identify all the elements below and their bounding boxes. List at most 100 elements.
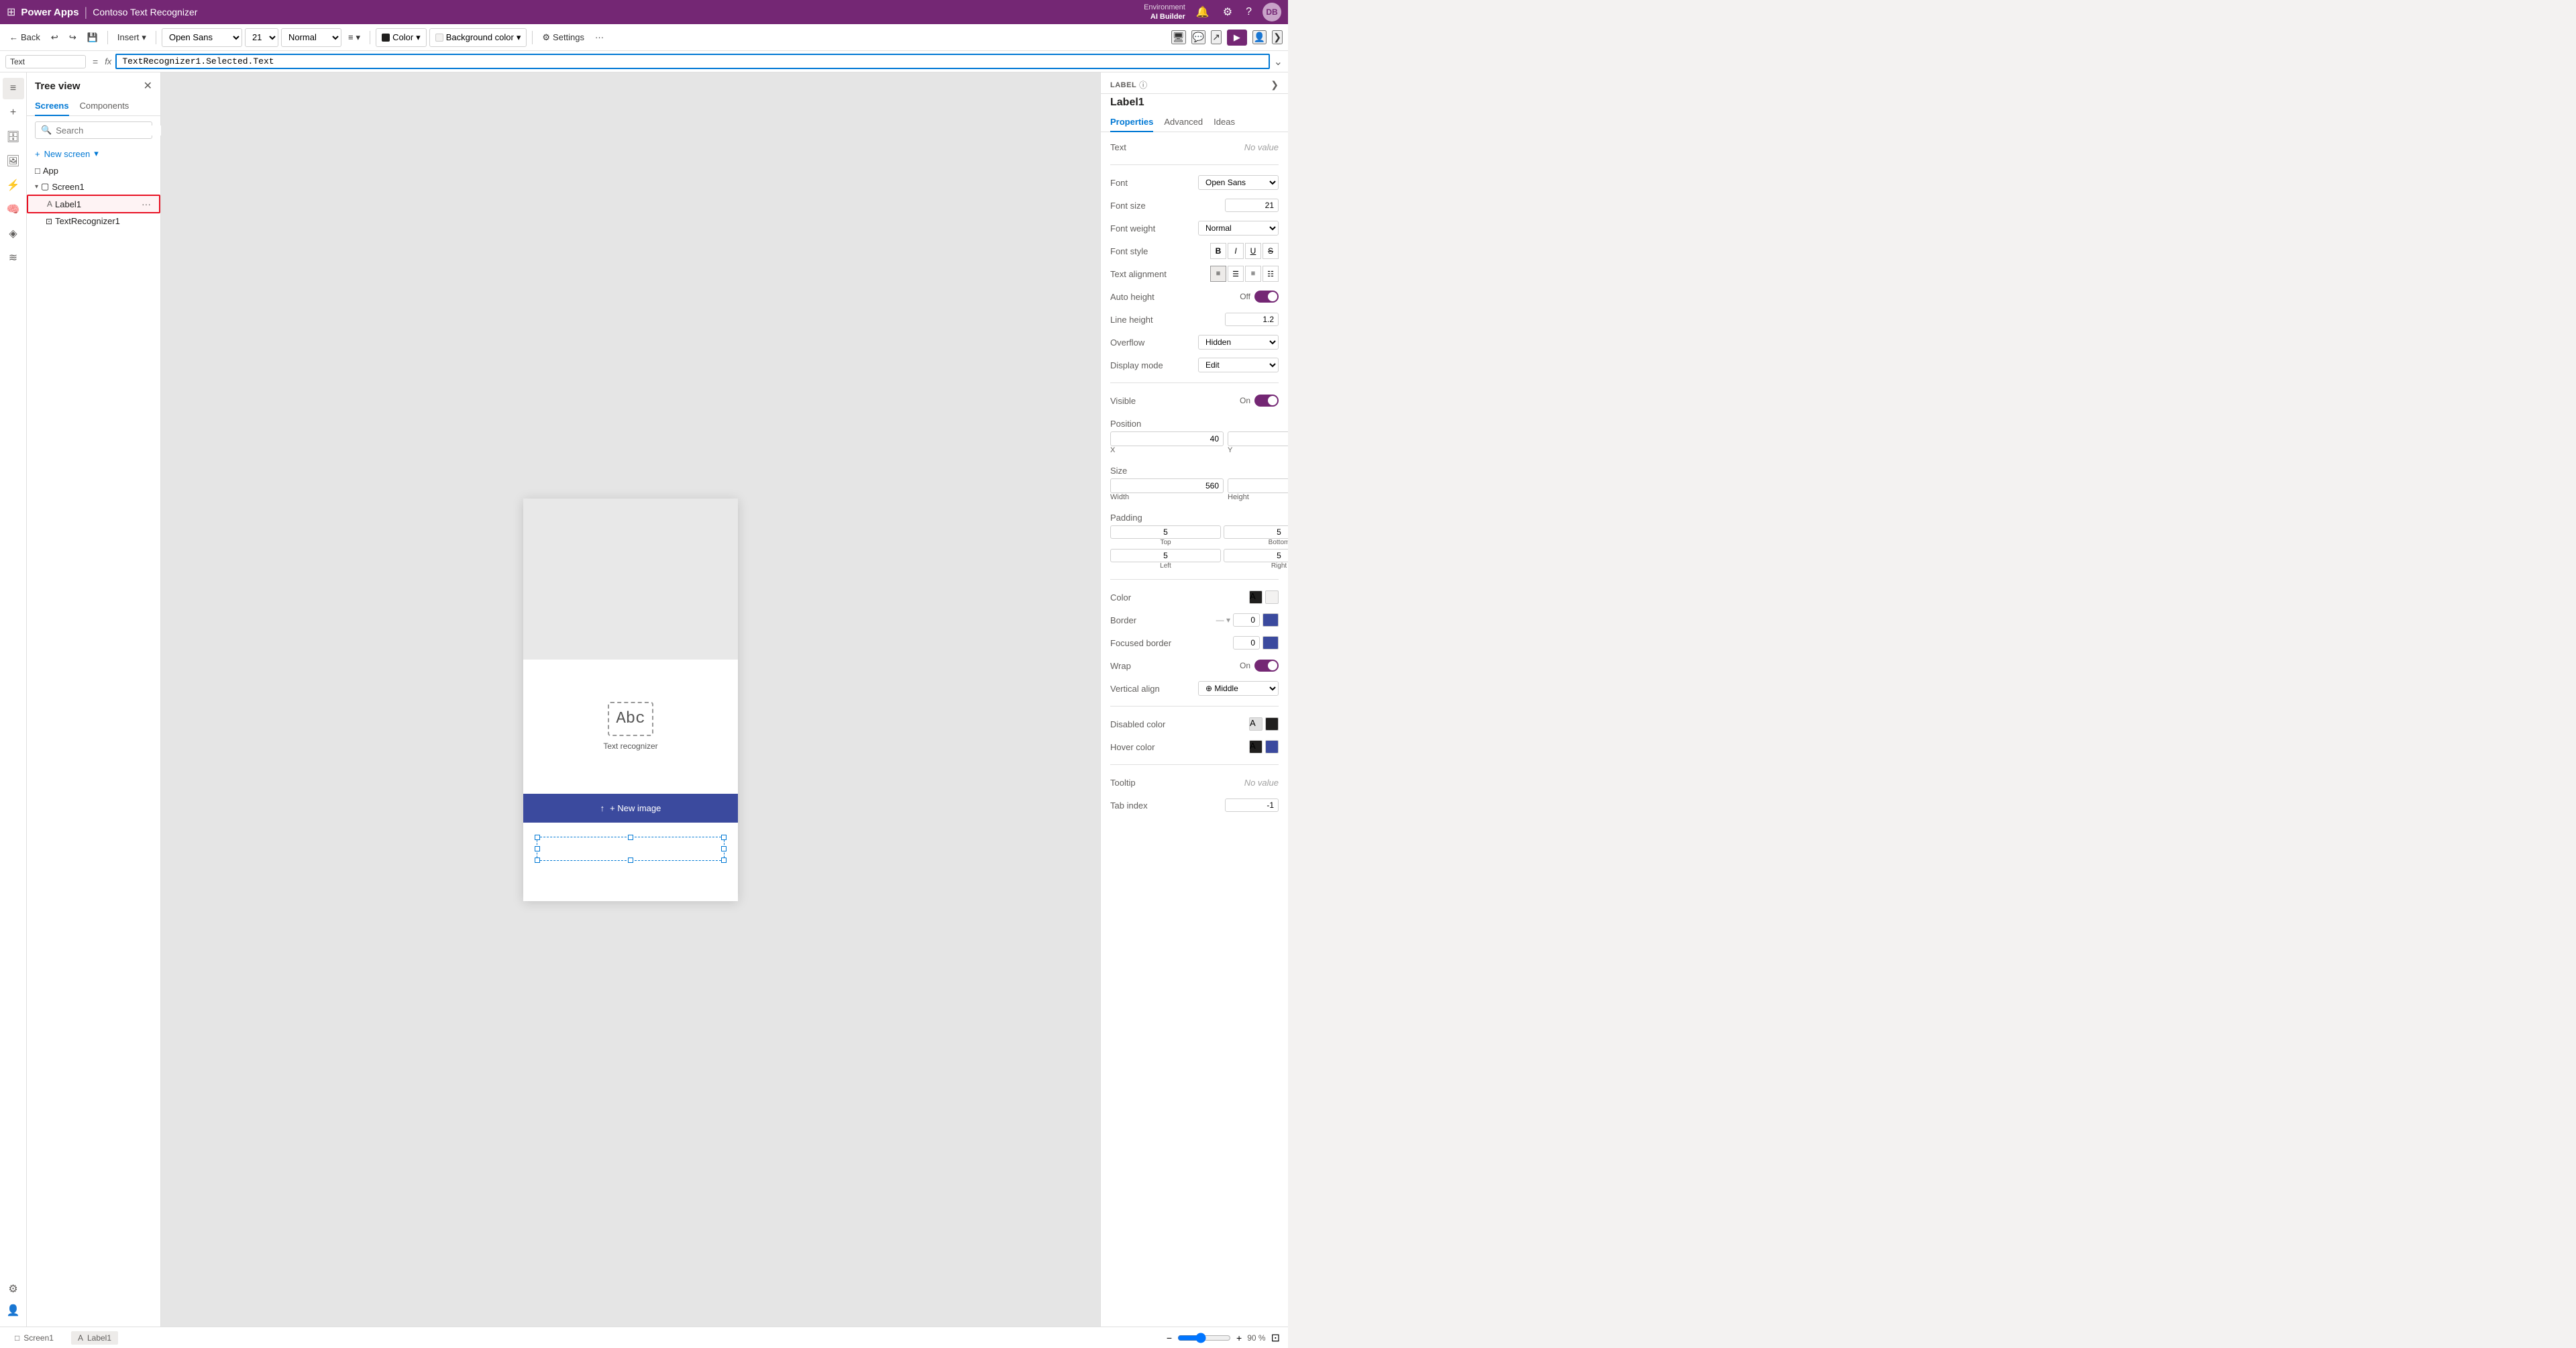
right-tab-ideas[interactable]: Ideas — [1214, 113, 1235, 132]
pos-y-input[interactable] — [1228, 431, 1288, 446]
new-image-button[interactable]: ↑ + New image — [523, 794, 738, 823]
zoom-slider[interactable] — [1177, 1333, 1231, 1343]
user-avatar[interactable]: DB — [1263, 3, 1281, 21]
border-color-swatch[interactable] — [1263, 613, 1279, 627]
media-icon[interactable]: 🖼 — [3, 150, 24, 172]
tree-item-label1[interactable]: A Label1 ··· — [27, 195, 160, 213]
prop-font-weight-select[interactable]: Normal — [1198, 221, 1279, 236]
color-text-swatch[interactable]: A — [1249, 590, 1263, 604]
bg-color-button[interactable]: Background color ▾ — [429, 28, 527, 47]
handle-top-left[interactable] — [535, 835, 540, 840]
save-button[interactable]: 💾 — [83, 30, 102, 46]
align-right-button[interactable]: ≡ — [1245, 266, 1261, 282]
handle-bottom-middle[interactable] — [628, 858, 633, 863]
font-size-select[interactable]: 21 — [245, 28, 278, 47]
color-button[interactable]: Color ▾ — [376, 28, 427, 47]
tree-item-textrecognizer1[interactable]: ⊡ TextRecognizer1 — [27, 213, 160, 229]
disabled-color-text-swatch[interactable]: A — [1249, 717, 1263, 731]
hover-color-bg-swatch[interactable] — [1265, 740, 1279, 754]
wrap-toggle[interactable] — [1254, 660, 1279, 672]
auto-height-toggle[interactable] — [1254, 291, 1279, 303]
prop-display-mode-select[interactable]: Edit — [1198, 358, 1279, 372]
tab-components[interactable]: Components — [80, 97, 129, 116]
power-automate-icon[interactable]: ⚡ — [3, 174, 24, 196]
font-weight-select[interactable]: Normal — [281, 28, 341, 47]
width-input[interactable] — [1110, 478, 1224, 493]
font-family-select[interactable]: Open Sans — [162, 28, 242, 47]
zoom-in-button[interactable]: + — [1236, 1333, 1242, 1343]
color-bg-swatch[interactable] — [1265, 590, 1279, 604]
insert-button[interactable]: Insert ▾ — [113, 30, 150, 46]
align-left-button[interactable]: ≡ — [1210, 266, 1226, 282]
share-icon[interactable]: ↗ — [1211, 30, 1222, 44]
right-panel-collapse-button[interactable]: ❯ — [1271, 79, 1279, 91]
handle-top-right[interactable] — [721, 835, 727, 840]
play-button[interactable]: ▶ — [1227, 30, 1247, 46]
tree-item-screen1[interactable]: ▾ ▢ Screen1 — [27, 178, 160, 195]
align-center-button[interactable]: ☰ — [1228, 266, 1244, 282]
zoom-out-button[interactable]: − — [1167, 1333, 1172, 1343]
bold-button[interactable]: B — [1210, 243, 1226, 259]
fit-screen-button[interactable]: ⊡ — [1271, 1331, 1280, 1345]
prop-font-select[interactable]: Open Sans — [1198, 175, 1279, 190]
chat-icon[interactable]: 💬 — [1191, 30, 1205, 44]
visible-toggle[interactable] — [1254, 395, 1279, 407]
prop-font-size-input[interactable] — [1225, 199, 1279, 212]
new-screen-button[interactable]: + New screen ▾ — [27, 144, 160, 163]
label1-more-button[interactable]: ··· — [142, 199, 151, 209]
back-button[interactable]: ← Back — [5, 30, 44, 45]
data-sources-icon[interactable]: 🗄 — [3, 126, 24, 148]
height-input[interactable] — [1228, 478, 1288, 493]
control-name-input[interactable] — [5, 55, 86, 68]
handle-bottom-right[interactable] — [721, 858, 727, 863]
right-tab-properties[interactable]: Properties — [1110, 113, 1153, 132]
underline-button[interactable]: U — [1245, 243, 1261, 259]
pad-top-input[interactable] — [1110, 525, 1221, 539]
focused-border-input[interactable] — [1233, 636, 1260, 650]
pad-left-input[interactable] — [1110, 549, 1221, 562]
redo-button[interactable]: ↪ — [65, 30, 80, 46]
pos-x-input[interactable] — [1110, 431, 1224, 446]
label1-tab-pill[interactable]: A Label1 — [71, 1331, 118, 1345]
app-grid-icon[interactable]: ⊞ — [7, 5, 15, 19]
handle-top-middle[interactable] — [628, 835, 633, 840]
tree-search-input[interactable] — [56, 125, 174, 136]
tree-item-app[interactable]: □ App — [27, 163, 160, 178]
mixed-reality-icon[interactable]: ◈ — [3, 223, 24, 244]
disabled-color-bg-swatch[interactable] — [1265, 717, 1279, 731]
focused-border-color-swatch[interactable] — [1263, 636, 1279, 650]
align-justify-button[interactable]: ☷ — [1263, 266, 1279, 282]
ai-models-icon[interactable]: 🧠 — [3, 199, 24, 220]
prop-line-height-input[interactable] — [1225, 313, 1279, 326]
notification-bell-icon[interactable]: 🔔 — [1193, 4, 1212, 20]
formula-input[interactable] — [115, 54, 1269, 69]
desktop-preview-icon[interactable]: 🖥 — [1171, 30, 1186, 44]
person-icon[interactable]: 👤 — [1252, 30, 1267, 44]
collapse-right-icon[interactable]: ❯ — [1272, 30, 1283, 44]
pad-right-input[interactable] — [1224, 549, 1288, 562]
settings-gear-icon[interactable]: ⚙ — [1220, 4, 1235, 20]
insert-component-icon[interactable]: + — [3, 102, 24, 123]
prop-tab-index-input[interactable] — [1225, 798, 1279, 812]
strikethrough-button[interactable]: S — [1263, 243, 1279, 259]
more-options-button[interactable]: ··· — [591, 30, 608, 45]
prop-vertical-align-select[interactable]: ⊕ Middle — [1198, 681, 1279, 696]
settings-bottom-icon[interactable]: ⚙ — [3, 1278, 24, 1300]
label1-canvas-element[interactable] — [537, 837, 724, 861]
account-bottom-icon[interactable]: 👤 — [3, 1300, 24, 1321]
tree-panel-close-button[interactable]: ✕ — [144, 79, 152, 93]
pad-bottom-input[interactable] — [1224, 525, 1288, 539]
tree-view-icon[interactable]: ≡ — [3, 78, 24, 99]
formula-expand-button[interactable]: ⌄ — [1274, 55, 1283, 68]
help-question-icon[interactable]: ? — [1243, 5, 1254, 19]
handle-middle-right[interactable] — [721, 846, 727, 851]
variables-icon[interactable]: ≋ — [3, 247, 24, 268]
settings-button[interactable]: ⚙ Settings — [538, 30, 588, 46]
border-width-input[interactable] — [1233, 613, 1260, 627]
handle-middle-left[interactable] — [535, 846, 540, 851]
right-tab-advanced[interactable]: Advanced — [1164, 113, 1203, 132]
text-align-button[interactable]: ≡ ▾ — [344, 30, 364, 46]
hover-color-text-swatch[interactable]: A — [1249, 740, 1263, 754]
undo-button[interactable]: ↩ — [47, 30, 62, 46]
handle-bottom-left[interactable] — [535, 858, 540, 863]
